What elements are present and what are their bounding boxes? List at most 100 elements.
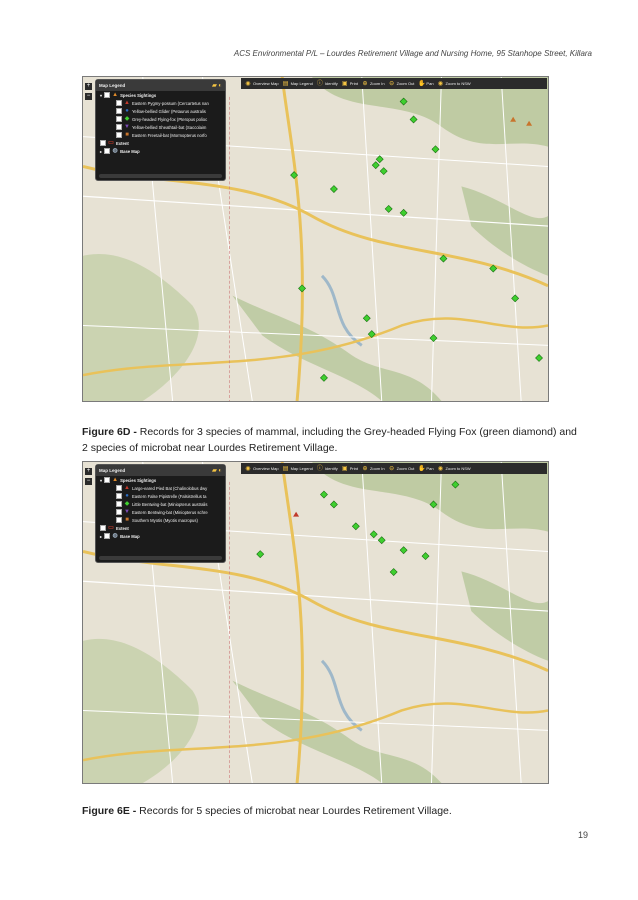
map-figure-6d[interactable]: + − ◉ Overview Map ▤ Map Legend ⓘ Identify … <box>82 76 549 402</box>
print-button[interactable]: ▣ Print <box>342 81 358 87</box>
legend-item-species[interactable]: ■ Southern Myotis (Myotis macropus) <box>96 516 225 524</box>
legend-item-species[interactable]: ■ Eastern Freetail-bat (Mormopterus norf… <box>96 131 225 139</box>
species-checkbox[interactable] <box>116 493 122 499</box>
layer-checkbox[interactable] <box>104 533 111 539</box>
zoom-out-button[interactable]: − <box>85 93 92 100</box>
figure-6e-caption: Figure 6E - Records for 5 species of mic… <box>82 805 452 817</box>
map-legend-panel[interactable]: Map Legend ▰ ◐ ▾ ▲ Species Sightings ▲ E… <box>95 79 226 181</box>
sighting-marker <box>399 208 408 217</box>
sighting-marker <box>371 161 380 170</box>
species-layer-icon: ▲ <box>112 477 119 483</box>
legend-group-species-sightings[interactable]: ▾ ▲ Species Sightings <box>96 476 225 484</box>
info-icon: ⓘ <box>316 80 323 87</box>
sighting-marker <box>293 511 300 517</box>
zoom-in-button[interactable]: + <box>85 83 92 90</box>
sighting-marker <box>367 330 376 339</box>
sighting-marker <box>320 490 328 499</box>
map-legend-button[interactable]: ▤ Map Legend <box>283 81 313 87</box>
legend-group-base-map[interactable]: ▸ ◍ Base Map <box>96 532 225 540</box>
legend-scrollbar[interactable] <box>99 174 222 178</box>
legend-icon: ▤ <box>282 465 289 472</box>
species-checkbox[interactable] <box>116 108 122 114</box>
page-header: ACS Environmental P/L – Lourdes Retireme… <box>233 49 592 58</box>
zoom-out-tool-button[interactable]: ⊖ Zoom Out <box>389 466 414 472</box>
base-map-icon: ◍ <box>112 533 118 539</box>
sighting-marker <box>375 155 384 164</box>
diamond-icon: ◆ <box>124 116 130 122</box>
legend-group-species-sightings[interactable]: ▾ ▲ Species Sightings <box>96 91 225 99</box>
zoom-in-tool-button[interactable]: ⊕ Zoom In <box>362 465 384 472</box>
legend-item-species[interactable]: ● Yellow-bellied Glider (Petaurus austra… <box>96 107 225 115</box>
species-checkbox[interactable] <box>116 116 122 122</box>
triangle-down-icon: ▼ <box>124 509 130 515</box>
legend-item-species[interactable]: ▼ Yellow-bellied Sheathtail-bat (Saccola… <box>96 123 225 131</box>
legend-group-base-map[interactable]: ▸ ◍ Base Map <box>96 147 225 155</box>
sighting-marker <box>329 185 338 193</box>
legend-group-extent[interactable]: ▭ Extent <box>96 139 225 147</box>
species-checkbox[interactable] <box>116 485 122 491</box>
sighting-marker <box>369 530 378 539</box>
species-checkbox[interactable] <box>116 517 122 523</box>
print-icon: ▣ <box>341 465 348 472</box>
overview-map-button[interactable]: ◉ Overview Map <box>245 466 278 472</box>
sighting-marker <box>431 145 440 154</box>
sighting-marker <box>362 314 371 323</box>
sighting-marker <box>429 500 438 509</box>
legend-item-species[interactable]: ▲ Eastern Pygmy-possum (Cercartetus nan <box>96 99 225 107</box>
expand-icon[interactable]: ▾ <box>100 478 102 483</box>
legend-icon: ▤ <box>282 80 289 87</box>
legend-item-species[interactable]: ▲ Large-eared Pied Bat (Chalinolobus dwy <box>96 484 225 492</box>
extent-icon: ▭ <box>108 525 114 531</box>
legend-scrollbar[interactable] <box>99 556 222 560</box>
map-figure-6e[interactable]: + − ◉ Overview Map ▤ Map Legend ⓘ Identify … <box>82 461 549 784</box>
square-icon: ■ <box>125 517 129 523</box>
pan-button[interactable]: ✋ Pan <box>418 81 433 87</box>
overview-map-button[interactable]: ◉ Overview Map <box>245 81 278 87</box>
sighting-marker <box>389 568 398 576</box>
sighting-marker <box>384 204 393 213</box>
sighting-marker <box>535 354 543 362</box>
zoom-to-nsw-button[interactable]: ◉ Zoom to NSW <box>438 81 471 87</box>
expand-icon[interactable]: ▾ <box>100 93 102 98</box>
pan-button[interactable]: ✋ Pan <box>418 466 433 472</box>
map-toolbar: ◉ Overview Map ▤ Map Legend ⓘ Identify ▣ Pri… <box>241 463 547 474</box>
zoom-in-icon: ⊕ <box>362 465 368 472</box>
species-checkbox[interactable] <box>116 124 122 130</box>
zoom-to-nsw-button[interactable]: ◉ Zoom to NSW <box>438 466 471 472</box>
sighting-marker <box>290 171 299 180</box>
zoom-in-button[interactable]: + <box>85 468 92 475</box>
globe-icon: ◉ <box>437 80 444 87</box>
layer-checkbox[interactable] <box>104 477 111 483</box>
print-button[interactable]: ▣ Print <box>342 466 358 472</box>
globe-icon: ◉ <box>437 465 444 472</box>
legend-group-extent[interactable]: ▭ Extent <box>96 524 225 532</box>
legend-item-species[interactable]: ● Eastern False Pipistrelle (Falsistrell… <box>96 492 225 500</box>
species-checkbox[interactable] <box>116 509 122 515</box>
layer-checkbox[interactable] <box>104 148 111 154</box>
folder-icon[interactable]: ▰ ◐ <box>212 467 222 474</box>
identify-button[interactable]: ⓘ Identify <box>317 466 338 472</box>
legend-item-species[interactable]: ◆ Little Bentwing-bat (Miniopterus austr… <box>96 500 225 508</box>
sighting-marker <box>298 284 307 293</box>
map-legend-button[interactable]: ▤ Map Legend <box>283 466 313 472</box>
legend-item-species[interactable]: ◆ Grey-headed Flying-fox (Pteropus polio… <box>96 115 225 123</box>
layer-checkbox[interactable] <box>104 92 111 98</box>
identify-button[interactable]: ⓘ Identify <box>317 81 338 87</box>
species-checkbox[interactable] <box>116 100 122 106</box>
species-checkbox[interactable] <box>116 501 122 507</box>
layer-checkbox[interactable] <box>100 140 106 146</box>
zoom-out-button[interactable]: − <box>85 478 92 485</box>
zoom-controls: + − <box>85 83 92 100</box>
sighting-marker <box>320 373 328 382</box>
figure-6d-caption: Figure 6D - Records for 3 species of mam… <box>82 426 577 454</box>
sighting-marker <box>399 97 408 106</box>
layer-checkbox[interactable] <box>100 525 106 531</box>
legend-item-species[interactable]: ▼ Eastern Bentwing-bat (Miniopterus schr… <box>96 508 225 516</box>
expand-icon[interactable]: ▸ <box>100 534 102 539</box>
map-legend-panel[interactable]: Map Legend ▰ ◐ ▾ ▲ Species Sightings ▲ L… <box>95 464 226 563</box>
zoom-out-tool-button[interactable]: ⊖ Zoom Out <box>389 81 414 87</box>
zoom-in-tool-button[interactable]: ⊕ Zoom In <box>362 81 384 87</box>
folder-icon[interactable]: ▰ ◐ <box>212 82 222 89</box>
species-checkbox[interactable] <box>116 132 122 138</box>
expand-icon[interactable]: ▸ <box>100 149 102 154</box>
